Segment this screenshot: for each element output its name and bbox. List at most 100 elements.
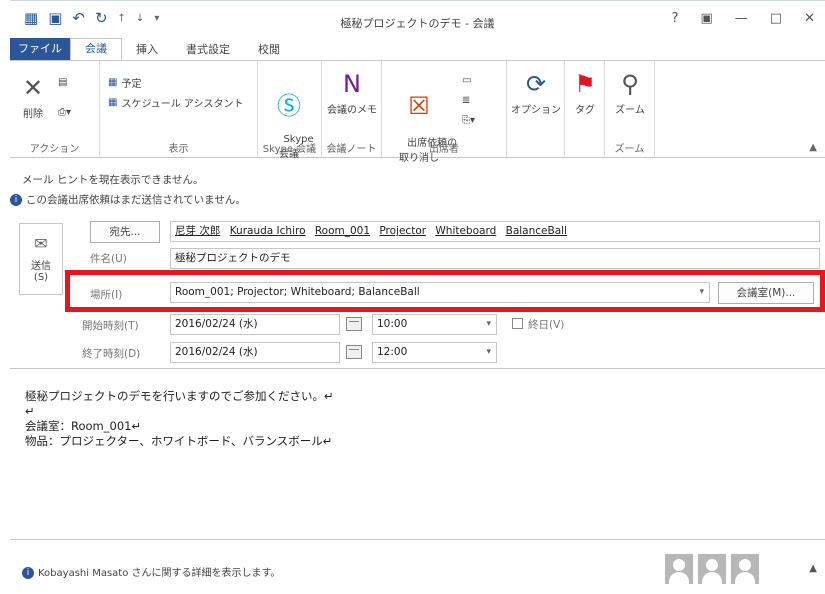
send-icon: ✉ — [34, 234, 48, 253]
tab-insert[interactable]: 挿入 — [122, 40, 172, 60]
cancel-invitation-icon: ☒ — [408, 92, 430, 120]
calendar-small-icon: ▤ — [58, 77, 68, 88]
attendee[interactable]: Whiteboard — [435, 225, 496, 237]
group-label-onenote: 会議ノート — [326, 144, 377, 155]
rooms-button[interactable]: 会議室(M)... — [718, 282, 814, 304]
appointment-icon: ▦ — [108, 77, 118, 88]
location-dropdown-icon[interactable]: ▾ — [699, 283, 704, 302]
end-time-field[interactable]: 12:00 ▾ — [372, 342, 497, 363]
end-time-dropdown-icon[interactable]: ▾ — [486, 343, 491, 362]
group-label-zoom: ズーム — [614, 144, 645, 155]
not-sent-info: i この会議出席依頼はまだ送信されていません。 — [10, 192, 246, 207]
forward-button[interactable]: ⎙▾ — [58, 107, 71, 118]
avatar[interactable] — [665, 554, 693, 584]
avatar[interactable] — [731, 554, 759, 584]
subject-field[interactable]: 極秘プロジェクトのデモ — [170, 248, 820, 269]
all-day-label: 終日(V) — [528, 319, 565, 331]
calendar-small-button[interactable]: ▤ — [58, 77, 67, 88]
people-info: i Kobayashi Masato さんに関する詳細を表示します。 — [22, 564, 281, 579]
group-zoom: ⚲ ズーム ズーム — [605, 61, 655, 157]
delete-button[interactable]: ✕ 削除 — [18, 73, 48, 120]
meeting-notes-button[interactable]: N 会議のメモ — [326, 69, 378, 116]
group-show: ▦ 予定 ▦ スケジュール アシスタント 表示 — [100, 61, 258, 157]
window-controls: ? ▣ — □ ✕ — [672, 11, 815, 26]
ribbon: ✕ 削除 ▤ ⎙▾ アクション ▦ 予定 ▦ スケジュール アシスタント 表示 … — [10, 60, 825, 164]
help-icon[interactable]: ? — [672, 11, 679, 26]
delete-icon: ✕ — [22, 74, 44, 102]
people-pane: i Kobayashi Masato さんに関する詳細を表示します。 ▲ — [10, 549, 825, 594]
close-icon[interactable]: ✕ — [804, 11, 815, 26]
expand-people-pane-icon[interactable]: ▲ — [809, 563, 817, 574]
response-options-icon: ⎘▾ — [462, 115, 476, 126]
options-icon: ⟳ — [525, 70, 547, 98]
attendee[interactable]: Kurauda Ichiro — [230, 225, 306, 237]
zoom-button[interactable]: ⚲ ズーム — [611, 69, 649, 116]
maximize-icon[interactable]: □ — [770, 11, 782, 26]
attendees-field[interactable]: 尼芽 次郎 Kurauda Ichiro Room_001 Projector … — [170, 221, 820, 242]
onenote-icon: N — [343, 70, 361, 98]
start-calendar-icon[interactable] — [346, 317, 362, 331]
attendee[interactable]: BalanceBall — [506, 225, 567, 237]
end-time-label: 終了時刻(D) — [82, 348, 141, 360]
avatar[interactable] — [698, 554, 726, 584]
collapse-ribbon-icon[interactable]: ▲ — [809, 142, 817, 153]
attendee[interactable]: Projector — [379, 225, 426, 237]
to-button[interactable]: 宛先... — [90, 221, 160, 243]
body-line: 極秘プロジェクトのデモを行いますのでご参加ください。↵ — [25, 389, 334, 403]
group-attendees: ☒ 出席依頼の 取り消し ▭ ≣ ⎘▾ 出席者 — [382, 61, 507, 164]
group-options: ⟳ オプション — [507, 61, 565, 157]
check-names-button[interactable]: ≣ — [462, 95, 470, 106]
group-label-actions: アクション — [29, 144, 80, 155]
location-field[interactable]: Room_001; Projector; Whiteboard; Balance… — [170, 282, 710, 303]
message-body[interactable]: 極秘プロジェクトのデモを行いますのでご参加ください。↵ ↵ 会議室：Room_0… — [10, 368, 825, 540]
tab-format[interactable]: 書式設定 — [172, 40, 244, 60]
address-book-icon: ▭ — [462, 75, 472, 86]
ribbon-tabs: ファイル 会議 挿入 書式設定 校閲 — [10, 38, 825, 60]
info-icon: i — [10, 194, 22, 206]
group-label-show: 表示 — [168, 144, 189, 155]
tab-review[interactable]: 校閲 — [244, 40, 294, 60]
tab-meeting[interactable]: 会議 — [70, 38, 122, 60]
subject-label: 件名(U) — [90, 253, 127, 265]
forward-icon: ⎙▾ — [58, 107, 72, 118]
start-time-field[interactable]: 10:00 ▾ — [372, 314, 497, 335]
info-icon: i — [22, 567, 34, 579]
group-label-skype: Skype 会議 — [262, 144, 317, 155]
title-bar: ▦ ▣ ↶ ↻ ↑ ↓ ▾ 極秘プロジェクトのデモ - 会議 ? ▣ — □ ✕ — [10, 0, 825, 38]
end-calendar-icon[interactable] — [346, 345, 362, 359]
tags-button[interactable]: ⚑ タグ — [569, 69, 601, 116]
group-skype: Ⓢ Skype 会議 Skype 会議 — [258, 61, 322, 160]
body-line: 会議室：Room_001↵ — [25, 419, 142, 433]
ribbon-display-icon[interactable]: ▣ — [701, 11, 713, 26]
all-day-checkbox[interactable] — [512, 318, 523, 329]
appointment-button[interactable]: ▦ 予定 — [108, 75, 141, 90]
body-line: 物品：プロジェクター、ホワイトボード、バランスボール↵ — [25, 434, 333, 448]
check-names-icon: ≣ — [462, 95, 471, 106]
skype-icon: Ⓢ — [277, 92, 301, 120]
attendee[interactable]: Room_001 — [315, 225, 370, 237]
minimize-icon[interactable]: — — [735, 11, 748, 26]
cancel-invitation-button[interactable]: ☒ 出席依頼の 取り消し — [388, 69, 457, 175]
start-time-dropdown-icon[interactable]: ▾ — [486, 315, 491, 334]
body-line: ↵ — [25, 404, 35, 418]
start-date-field[interactable]: 2016/02/24 (水) — [170, 314, 340, 335]
group-actions: ✕ 削除 ▤ ⎙▾ アクション — [10, 61, 100, 157]
mail-tips-info: メール ヒントを現在表示できません。 — [22, 174, 204, 186]
send-button[interactable]: ✉ 送信 (S) — [19, 223, 63, 295]
start-time-label: 開始時刻(T) — [82, 320, 139, 332]
scheduling-icon: ▦ — [108, 97, 118, 108]
attendee[interactable]: 尼芽 次郎 — [175, 225, 220, 237]
group-onenote: N 会議のメモ 会議ノート — [322, 61, 382, 157]
scheduling-assistant-button[interactable]: ▦ スケジュール アシスタント — [108, 95, 244, 110]
tab-file[interactable]: ファイル — [10, 38, 70, 60]
response-options-button[interactable]: ⎘▾ — [462, 115, 475, 126]
group-label-attendees: 出席者 — [429, 144, 459, 155]
skype-meeting-button[interactable]: Ⓢ Skype 会議 — [264, 69, 314, 171]
group-tags: ⚑ タグ — [565, 61, 605, 157]
zoom-icon: ⚲ — [621, 70, 639, 98]
location-label: 場所(I) — [90, 289, 123, 301]
flag-icon: ⚑ — [574, 70, 596, 98]
options-button[interactable]: ⟳ オプション — [511, 69, 561, 116]
address-book-button[interactable]: ▭ — [462, 75, 471, 86]
end-date-field[interactable]: 2016/02/24 (水) — [170, 342, 340, 363]
